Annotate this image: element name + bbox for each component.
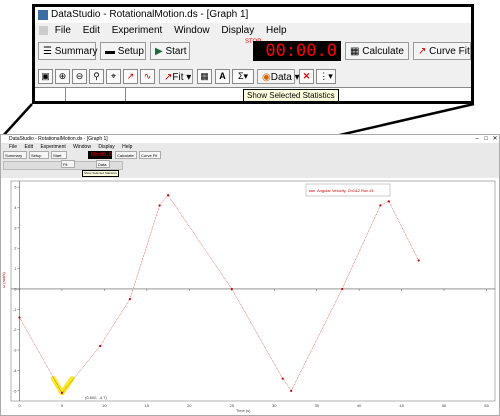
summary-button[interactable]: Summary: [3, 151, 27, 159]
angular-velocity-chart: 543210-1-2-3-4-5 0 5 10 15 20 25 30 35 40 45 50 55 …: [1, 178, 499, 415]
data-point: [417, 259, 420, 262]
x-axis-title: Time (s): [236, 408, 251, 413]
x-tick-label: 40: [357, 403, 362, 408]
calculate-button[interactable]: Calculate: [115, 151, 137, 159]
data-point: [60, 391, 64, 394]
legend-label: Angular Velocity, Ch1&2 Run #1: [317, 188, 375, 193]
minimize-icon[interactable]: –: [473, 135, 481, 143]
menu-display[interactable]: Display: [98, 144, 114, 150]
menu-window[interactable]: Window: [73, 144, 91, 150]
data-point: [158, 204, 161, 207]
x-tick-label: 20: [187, 403, 192, 408]
graph-area: 5 4 3 2 1 0 -1 -2 -3 -4 -5 0 5 10 15 20 25 30 35 40 45 50 55 …: [1, 178, 499, 415]
x-tick-label: 30: [272, 403, 277, 408]
x-tick-label: 10: [102, 403, 107, 408]
x-tick-label: 25: [230, 403, 235, 408]
menu-help[interactable]: Help: [122, 144, 132, 150]
start-button[interactable]: Start: [51, 151, 67, 159]
fit-dropdown[interactable]: Fit: [61, 160, 75, 168]
setup-button[interactable]: Setup: [29, 151, 49, 159]
data-point: [99, 344, 102, 348]
tooltip-show-selected-statistics: Show Selected Statistics: [82, 170, 119, 177]
window-title: DataStudio - RotationalMotion.ds - [Grap…: [9, 136, 108, 142]
data-point: [230, 287, 233, 291]
data-point: [281, 377, 284, 380]
menu-bar: File Edit Experiment Window Display Help: [1, 143, 499, 151]
data-point: [166, 194, 170, 197]
close-icon[interactable]: ✕: [491, 135, 499, 143]
x-tick-label: 45: [399, 403, 404, 408]
data-point: [341, 287, 344, 291]
x-tick-label: 15: [145, 403, 150, 408]
x-tick-label: 35: [314, 403, 319, 408]
y-axis-title: ω (rad/s): [1, 272, 6, 288]
data-point: [387, 200, 390, 203]
maximize-icon[interactable]: □: [482, 135, 490, 143]
x-tick-label: 50: [442, 403, 447, 408]
curve-fit-button[interactable]: Curve Fit: [139, 151, 161, 159]
data-point: [290, 389, 293, 392]
data-point: [18, 316, 21, 319]
datastudio-window: DataStudio - RotationalMotion.ds - [Grap…: [0, 134, 500, 416]
timer-display: 00:00.0: [88, 151, 112, 159]
menu-edit[interactable]: Edit: [24, 144, 33, 150]
x-tick-label: 55: [484, 403, 489, 408]
plot-frame: [10, 180, 496, 402]
data-point: [128, 298, 131, 301]
data-point: [379, 204, 382, 207]
menu-experiment[interactable]: Experiment: [40, 144, 65, 150]
data-dropdown[interactable]: Data: [96, 160, 110, 168]
menu-file[interactable]: File: [9, 144, 17, 150]
window-title-bar: DataStudio - RotationalMotion.ds - [Grap…: [1, 135, 499, 143]
legend-box: Angular Velocity, Ch1&2 Run #1: [305, 183, 391, 197]
selected-point-label: (0.800, -4.7): [85, 395, 107, 400]
